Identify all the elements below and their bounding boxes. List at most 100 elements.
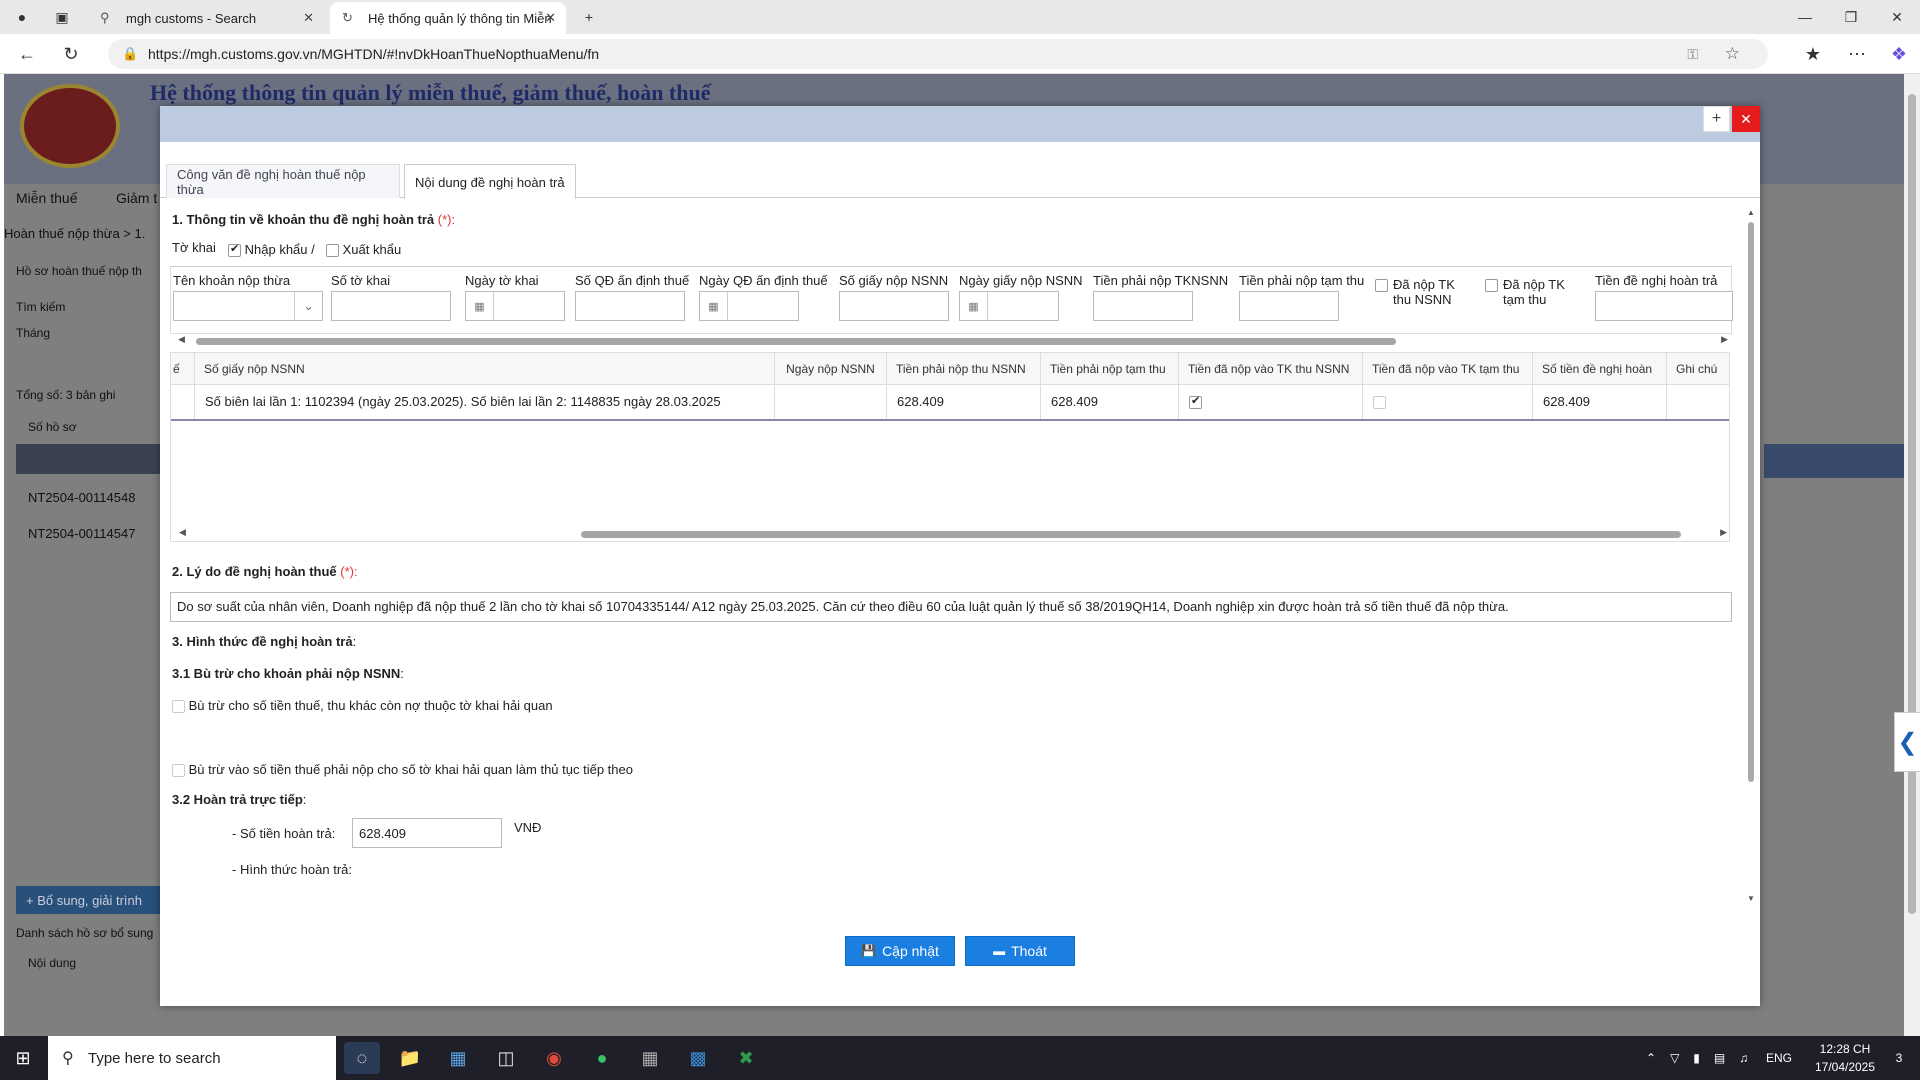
scroll-left-icon[interactable]: ◀: [179, 527, 186, 538]
profile-icon[interactable]: ●: [0, 0, 44, 34]
menu-mien-thue[interactable]: Miễn thuế: [16, 190, 77, 206]
url-field[interactable]: 🔒 https://mgh.customs.gov.vn/MGHTDN/#!nv…: [108, 39, 1768, 69]
row-tien-phai-nop-thu[interactable]: 628.409: [887, 385, 1041, 419]
battery-icon[interactable]: ▮: [1693, 1051, 1700, 1065]
tray-app-icon[interactable]: ▽: [1670, 1051, 1679, 1065]
row-da-nop-thu[interactable]: [1179, 385, 1363, 419]
tab-actions-icon[interactable]: ▣: [40, 0, 84, 34]
row-ngay-nop[interactable]: [775, 385, 887, 419]
collapse-panel-icon[interactable]: ❮: [1894, 712, 1920, 772]
ngay-to-khai-input[interactable]: ▦: [465, 291, 565, 321]
file-explorer-icon[interactable]: 📁: [392, 1042, 428, 1074]
xuat-khau-checkbox[interactable]: [326, 244, 339, 258]
row-so-tien-de-nghi[interactable]: 628.409: [1533, 385, 1667, 419]
filter-horizontal-scrollbar[interactable]: ◀ ▶: [170, 334, 1732, 348]
ngay-qd-input[interactable]: ▦: [699, 291, 799, 321]
filter-da-nop-thu[interactable]: Đã nộp TK thu NSNN: [1375, 277, 1475, 307]
wechat-icon[interactable]: ●: [584, 1042, 620, 1074]
favorite-star-icon[interactable]: ☆: [1725, 44, 1740, 64]
chrome-icon[interactable]: ◉: [536, 1042, 572, 1074]
dialog-close-icon[interactable]: ✕: [1732, 106, 1760, 132]
ten-khoan-select[interactable]: ⌄: [173, 291, 323, 321]
amount-input[interactable]: 628.409: [352, 818, 502, 848]
row-tien-tam-thu[interactable]: 628.409: [1041, 385, 1179, 419]
filter-da-nop-tam-thu[interactable]: Đã nộp TK tạm thu: [1485, 277, 1575, 307]
tray-chevron-icon[interactable]: ⌃: [1646, 1051, 1656, 1065]
close-tab-icon[interactable]: ✕: [545, 10, 556, 26]
row-ghi-chu[interactable]: [1667, 385, 1729, 419]
row-da-nop-thu-checkbox[interactable]: [1189, 394, 1202, 409]
window-close-icon[interactable]: ✕: [1874, 0, 1920, 34]
browser-tab-search[interactable]: ⚲ mgh customs - Search ✕: [88, 2, 324, 34]
page-scrollbar[interactable]: [1904, 74, 1920, 1036]
nhap-khau-option[interactable]: Nhập khẩu /: [228, 242, 315, 258]
calendar-icon[interactable]: ▦: [466, 292, 494, 320]
edge-icon[interactable]: ◌: [344, 1042, 380, 1074]
network-icon[interactable]: ▤: [1714, 1051, 1725, 1065]
xuat-khau-option[interactable]: Xuất khẩu: [326, 242, 401, 258]
favorites-icon[interactable]: ★: [1798, 40, 1828, 68]
notifications-icon[interactable]: 3: [1884, 1036, 1914, 1080]
grid-horizontal-scrollbar[interactable]: ◀ ▶: [171, 527, 1729, 541]
site-info-icon[interactable]: 🔒: [122, 46, 138, 62]
reason-input[interactable]: Do sơ suất của nhân viên, Doanh nghiệp đ…: [170, 592, 1732, 622]
add-explanation-button[interactable]: + Bổ sung, giải trình: [16, 886, 166, 914]
grid-scroll-thumb[interactable]: [581, 531, 1681, 538]
row-da-nop-tam-thu-checkbox[interactable]: [1373, 395, 1386, 409]
scroll-right-icon[interactable]: ▶: [1720, 527, 1727, 538]
menu-giam-thue[interactable]: Giảm t: [116, 190, 157, 206]
calculator-icon[interactable]: ▦: [632, 1042, 668, 1074]
option-bu-tru-no[interactable]: Bù trừ cho số tiền thuế, thu khác còn nợ…: [172, 698, 553, 714]
close-tab-icon[interactable]: ✕: [303, 10, 314, 26]
so-to-khai-input[interactable]: [331, 291, 451, 321]
option-bu-tru-tiep-theo[interactable]: Bù trừ vào số tiền thuế phải nộp cho số …: [172, 762, 633, 778]
page-scroll-thumb[interactable]: [1908, 94, 1916, 914]
back-icon[interactable]: ←: [12, 40, 42, 68]
da-nop-thu-checkbox[interactable]: [1375, 279, 1388, 292]
dialog-scroll-thumb[interactable]: [1748, 222, 1754, 782]
tab-noi-dung[interactable]: Nội dung đề nghị hoàn trả: [404, 164, 576, 199]
dialog-vertical-scrollbar[interactable]: ▲ ▼: [1746, 206, 1756, 906]
update-button[interactable]: 💾 Cập nhật: [845, 936, 955, 966]
maximize-icon[interactable]: +: [1703, 106, 1730, 132]
calendar-icon[interactable]: ▦: [700, 292, 728, 320]
remote-app-icon[interactable]: ▩: [680, 1042, 716, 1074]
clock[interactable]: 12:28 CH 17/04/2025: [1808, 1040, 1882, 1076]
calendar-icon[interactable]: ▦: [960, 292, 988, 320]
scroll-left-icon[interactable]: ◀: [178, 334, 185, 345]
exit-button[interactable]: ▬ Thoát: [965, 936, 1075, 966]
excel-icon[interactable]: ✖: [728, 1042, 764, 1074]
browser-tab-active[interactable]: ↻ Hệ thống quản lý thông tin Miễn ✕: [330, 2, 566, 34]
so-qd-input[interactable]: [575, 291, 685, 321]
key-icon[interactable]: ⚿: [1687, 46, 1698, 63]
language-indicator[interactable]: ENG: [1766, 1036, 1792, 1080]
row-da-nop-tam-thu[interactable]: [1363, 385, 1533, 419]
ngay-giay-nop-input[interactable]: ▦: [959, 291, 1059, 321]
bu-tru-no-checkbox[interactable]: [172, 700, 185, 714]
table-row[interactable]: Số biên lai lần 1: 1102394 (ngày 25.03.2…: [171, 385, 1729, 421]
da-nop-tam-thu-checkbox[interactable]: [1485, 279, 1498, 292]
copilot-icon[interactable]: ❖: [1884, 40, 1914, 68]
record-row[interactable]: NT2504-00114547: [28, 526, 135, 541]
refresh-icon[interactable]: ↻: [56, 40, 86, 68]
minimize-icon[interactable]: —: [1782, 0, 1828, 34]
scroll-up-icon[interactable]: ▲: [1747, 208, 1755, 217]
filter-scroll-thumb[interactable]: [196, 338, 1396, 345]
tien-de-nghi-input[interactable]: [1595, 291, 1733, 321]
record-row[interactable]: NT2504-00114548: [28, 490, 135, 505]
tien-phai-nop-input[interactable]: [1093, 291, 1193, 321]
so-giay-nop-input[interactable]: [839, 291, 949, 321]
nhap-khau-checkbox[interactable]: [228, 242, 241, 258]
windows-start-icon[interactable]: ⊞: [0, 1036, 46, 1080]
new-tab-icon[interactable]: +: [566, 0, 612, 34]
row-so-giay-nop[interactable]: Số biên lai lần 1: 1102394 (ngày 25.03.2…: [195, 385, 775, 419]
tab-cong-van[interactable]: Công văn đề nghị hoàn thuế nộp thừa: [166, 164, 400, 198]
chevron-down-icon[interactable]: ⌄: [294, 292, 322, 320]
bu-tru-tiep-theo-checkbox[interactable]: [172, 764, 185, 778]
restore-icon[interactable]: ❐: [1828, 0, 1874, 34]
app-icon[interactable]: ▦: [440, 1042, 476, 1074]
scroll-right-icon[interactable]: ▶: [1721, 334, 1728, 345]
store-icon[interactable]: ◫: [488, 1042, 524, 1074]
scroll-down-icon[interactable]: ▼: [1747, 894, 1755, 903]
tien-tam-thu-input[interactable]: [1239, 291, 1339, 321]
